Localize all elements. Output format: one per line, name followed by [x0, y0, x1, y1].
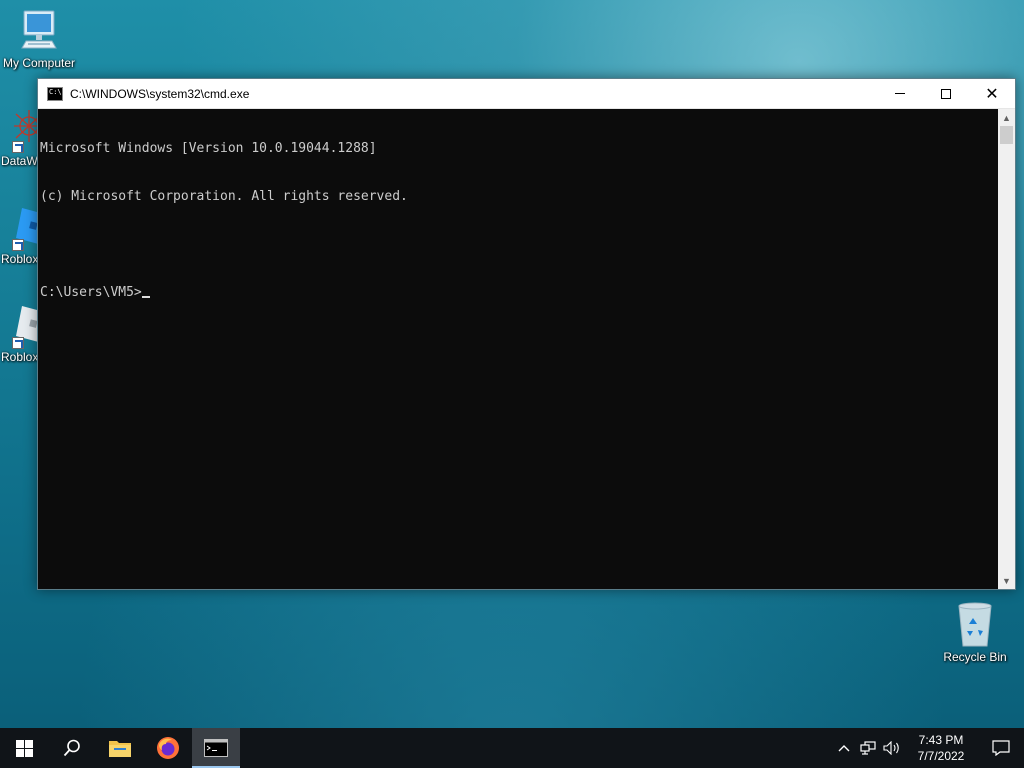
file-explorer-icon — [109, 741, 131, 757]
title-bar[interactable]: C:\WINDOWS\system32\cmd.exe ✕ — [38, 79, 1015, 109]
clock-time: 7:43 PM — [918, 733, 964, 747]
desktop-icon-label: Recycle Bin — [943, 650, 1007, 664]
console-line: (c) Microsoft Corporation. All rights re… — [40, 189, 408, 204]
chevron-down-icon: ▼ — [1002, 575, 1011, 586]
cmd-icon — [204, 739, 228, 757]
console-prompt: C:\Users\VM5> — [40, 285, 142, 300]
cmd-window[interactable]: C:\WINDOWS\system32\cmd.exe ✕ Microsoft … — [37, 78, 1016, 590]
minimize-button[interactable] — [877, 79, 923, 109]
start-icon — [15, 739, 33, 757]
desktop-icon-recycle-bin[interactable]: Recycle Bin — [936, 600, 1014, 664]
scroll-down-button[interactable]: ▼ — [998, 572, 1015, 589]
network-icon — [860, 741, 876, 755]
show-hidden-icons-button[interactable] — [832, 728, 856, 768]
minimize-icon — [895, 93, 905, 94]
console-line: Microsoft Windows [Version 10.0.19044.12… — [40, 141, 377, 156]
shortcut-arrow-icon — [12, 337, 24, 349]
volume-icon — [883, 741, 899, 755]
computer-icon — [21, 10, 57, 49]
search-icon — [63, 739, 80, 757]
action-center-button[interactable] — [978, 728, 1024, 768]
console-output[interactable]: Microsoft Windows [Version 10.0.19044.12… — [38, 109, 998, 589]
firefox-icon — [157, 737, 179, 759]
search-button[interactable] — [48, 728, 96, 768]
window-title: C:\WINDOWS\system32\cmd.exe — [70, 86, 250, 101]
chevron-up-icon — [838, 745, 850, 752]
clock-date: 7/7/2022 — [917, 749, 965, 763]
vertical-scrollbar[interactable]: ▲ ▼ — [998, 109, 1015, 589]
maximize-button[interactable] — [923, 79, 969, 109]
console-prompt-line[interactable]: C:\Users\VM5> — [40, 285, 996, 301]
recycle-bin-icon — [958, 602, 992, 647]
taskbar-clock[interactable]: 7:43 PM 7/7/2022 — [904, 732, 978, 764]
desktop-icon-label: My Computer — [2, 56, 76, 70]
shortcut-arrow-icon — [12, 239, 24, 251]
start-button[interactable] — [0, 728, 48, 768]
system-tray: 7:43 PM 7/7/2022 — [832, 728, 1024, 768]
notification-icon — [992, 740, 1010, 756]
volume-button[interactable] — [880, 728, 904, 768]
text-cursor — [141, 296, 150, 298]
close-icon: ✕ — [985, 83, 999, 103]
taskbar-cmd[interactable] — [192, 728, 240, 768]
network-button[interactable] — [856, 728, 880, 768]
close-button[interactable]: ✕ — [969, 79, 1015, 109]
scroll-thumb[interactable] — [1000, 126, 1013, 144]
cmd-app-icon — [47, 86, 63, 101]
taskbar: 7:43 PM 7/7/2022 — [0, 728, 1024, 768]
shortcut-arrow-icon — [12, 141, 24, 153]
scroll-up-button[interactable]: ▲ — [998, 109, 1015, 126]
taskbar-firefox[interactable] — [144, 728, 192, 768]
taskbar-file-explorer[interactable] — [96, 728, 144, 768]
chevron-up-icon: ▲ — [1002, 112, 1011, 123]
maximize-icon — [941, 88, 951, 99]
desktop-icon-my-computer[interactable]: My Computer — [0, 8, 78, 70]
